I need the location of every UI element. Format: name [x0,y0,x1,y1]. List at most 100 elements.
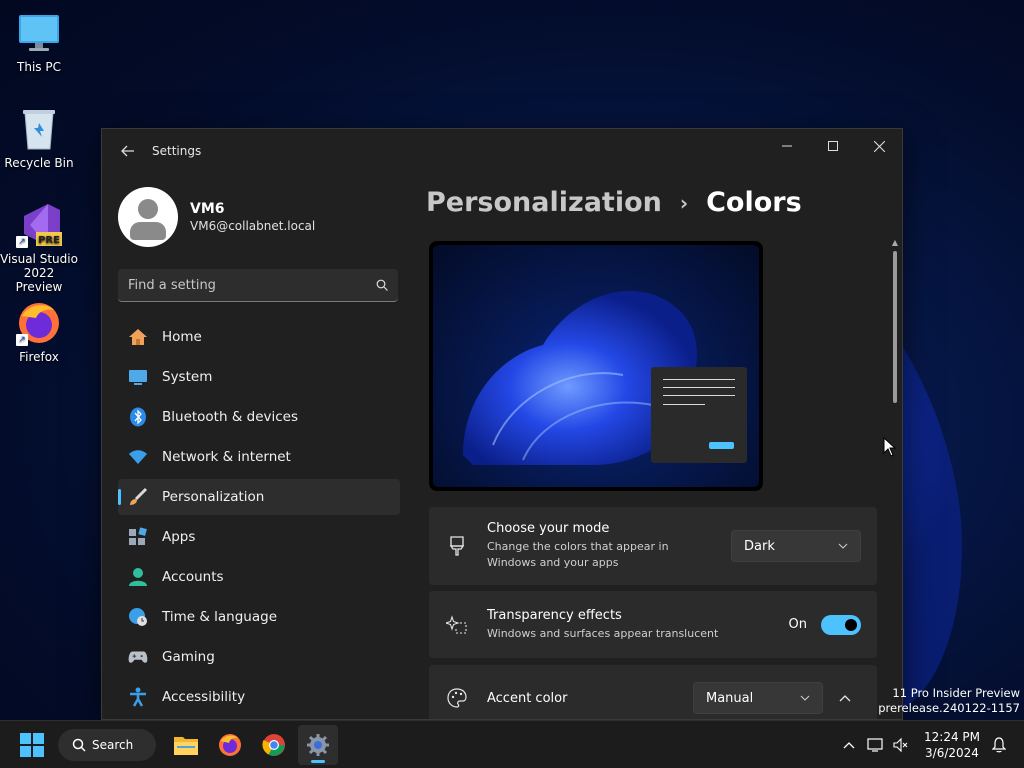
sidebar-item-network[interactable]: Network & internet [118,439,400,475]
desktop-icon-firefox[interactable]: ↗ Firefox [0,300,79,364]
settings-window: Settings VM6 VM6@collabnet.local Home [101,128,903,720]
chrome-icon[interactable] [254,725,294,765]
desktop-icon-this-pc[interactable]: This PC [0,10,79,74]
wifi-icon [128,447,148,467]
system-icon [128,367,148,387]
sidebar-item-personalization[interactable]: Personalization [118,479,400,515]
file-explorer-icon[interactable] [166,725,206,765]
back-arrow-icon [121,145,134,157]
sidebar-item-label: Network & internet [162,449,291,465]
sidebar-item-label: Gaming [162,649,215,665]
monitor-icon [16,10,62,56]
desktop-icon-label: Visual Studio 2022 Preview [0,252,78,294]
taskbar-search-label: Search [92,737,134,752]
show-hidden-icons-button[interactable] [836,729,862,761]
globe-clock-icon [128,607,148,627]
apps-icon [128,527,148,547]
sidebar-item-label: Accounts [162,569,224,585]
volume-muted-icon[interactable] [888,729,914,761]
svg-text:PRE: PRE [38,235,60,246]
back-button[interactable] [118,141,138,161]
sidebar-item-label: Time & language [162,609,278,625]
search-box [118,269,398,302]
scrollbar[interactable]: ▲ [891,239,899,719]
accent-color-card[interactable]: Accent color Manual [429,665,877,719]
sidebar-item-system[interactable]: System [118,359,400,395]
sidebar-item-gaming[interactable]: Gaming [118,639,400,675]
taskbar-search[interactable]: Search [58,728,156,761]
chevron-down-icon [838,543,848,549]
clock-date: 3/6/2024 [925,746,979,760]
notifications-bell-icon[interactable] [986,729,1012,761]
search-input[interactable] [128,277,376,293]
gamepad-icon [128,647,148,667]
choose-mode-card: Choose your mode Change the colors that … [429,507,877,585]
desktop-icon-recycle-bin[interactable]: Recycle Bin [0,106,79,170]
search-icon[interactable] [376,279,388,291]
shortcut-arrow-icon: ↗ [16,236,28,248]
maximize-button[interactable] [810,129,856,163]
paint-bucket-icon [445,534,469,558]
chevron-up-icon [839,694,851,701]
title-bar: Settings [102,129,902,173]
home-icon [128,327,148,347]
sidebar-item-apps[interactable]: Apps [118,519,400,555]
transparency-toggle[interactable] [821,614,861,635]
preview-window-mockup [651,367,747,463]
sidebar-item-time-language[interactable]: Time & language [118,599,400,635]
mode-dropdown[interactable]: Dark [731,530,861,562]
clock[interactable]: 12:24 PM 3/6/2024 [924,729,980,761]
chevron-down-icon [800,695,810,701]
bluetooth-icon [128,407,148,427]
scroll-up-icon[interactable]: ▲ [891,239,899,247]
accounts-icon [128,567,148,587]
settings-icon[interactable] [298,724,338,765]
profile-email: VM6@collabnet.local [190,219,316,233]
collapse-button[interactable] [829,682,861,714]
desktop-icon-label: Firefox [19,350,59,364]
transparency-description: Windows and surfaces appear translucent [487,626,719,640]
firefox-icon[interactable] [210,725,250,765]
sidebar-item-label: System [162,369,213,385]
close-button[interactable] [856,129,902,163]
breadcrumb-parent[interactable]: Personalization [426,187,662,218]
sidebar-item-accessibility[interactable]: Accessibility [118,679,400,715]
mouse-cursor-icon [883,437,897,457]
window-controls [764,129,902,163]
network-icon[interactable] [862,729,888,761]
firefox-icon: ↗ [16,300,62,346]
mode-dropdown-value: Dark [744,538,775,554]
desktop-icon-visual-studio[interactable]: PRE ↗ Visual Studio 2022 Preview [0,202,79,294]
sidebar: VM6 VM6@collabnet.local Home System Blue… [118,185,400,719]
avatar [118,187,178,247]
recycle-bin-icon [16,106,62,152]
windows-logo-icon [20,732,44,757]
minimize-button[interactable] [764,129,810,163]
toggle-state-label: On [788,617,807,632]
sidebar-item-accounts[interactable]: Accounts [118,559,400,595]
chevron-up-icon [843,741,855,748]
taskbar: Search 12:24 PM 3/6/2024 [0,720,1024,768]
nav-list: Home System Bluetooth & devices Network … [118,319,400,715]
clock-time: 12:24 PM [924,730,980,744]
build-watermark: 11 Pro Insider Preview prerelease.240122… [878,686,1020,715]
breadcrumb-separator: › [679,190,689,215]
sidebar-item-label: Bluetooth & devices [162,409,299,425]
mode-title: Choose your mode [487,521,610,536]
sidebar-item-label: Accessibility [162,689,246,705]
shortcut-arrow-icon: ↗ [16,334,28,346]
sidebar-item-home[interactable]: Home [118,319,400,355]
breadcrumb: Personalization › Colors [426,187,802,218]
brush-icon [128,487,148,507]
accent-dropdown-value: Manual [706,690,754,706]
transparency-card: Transparency effects Windows and surface… [429,591,877,658]
desktop-icon-label: This PC [17,60,61,74]
sidebar-item-bluetooth[interactable]: Bluetooth & devices [118,399,400,435]
scroll-thumb[interactable] [893,251,897,403]
visual-studio-icon: PRE ↗ [16,202,62,248]
user-profile[interactable]: VM6 VM6@collabnet.local [118,185,400,249]
profile-name: VM6 [190,201,225,217]
sidebar-item-label: Apps [162,529,196,545]
accent-dropdown[interactable]: Manual [693,682,823,714]
start-button[interactable] [12,725,52,765]
